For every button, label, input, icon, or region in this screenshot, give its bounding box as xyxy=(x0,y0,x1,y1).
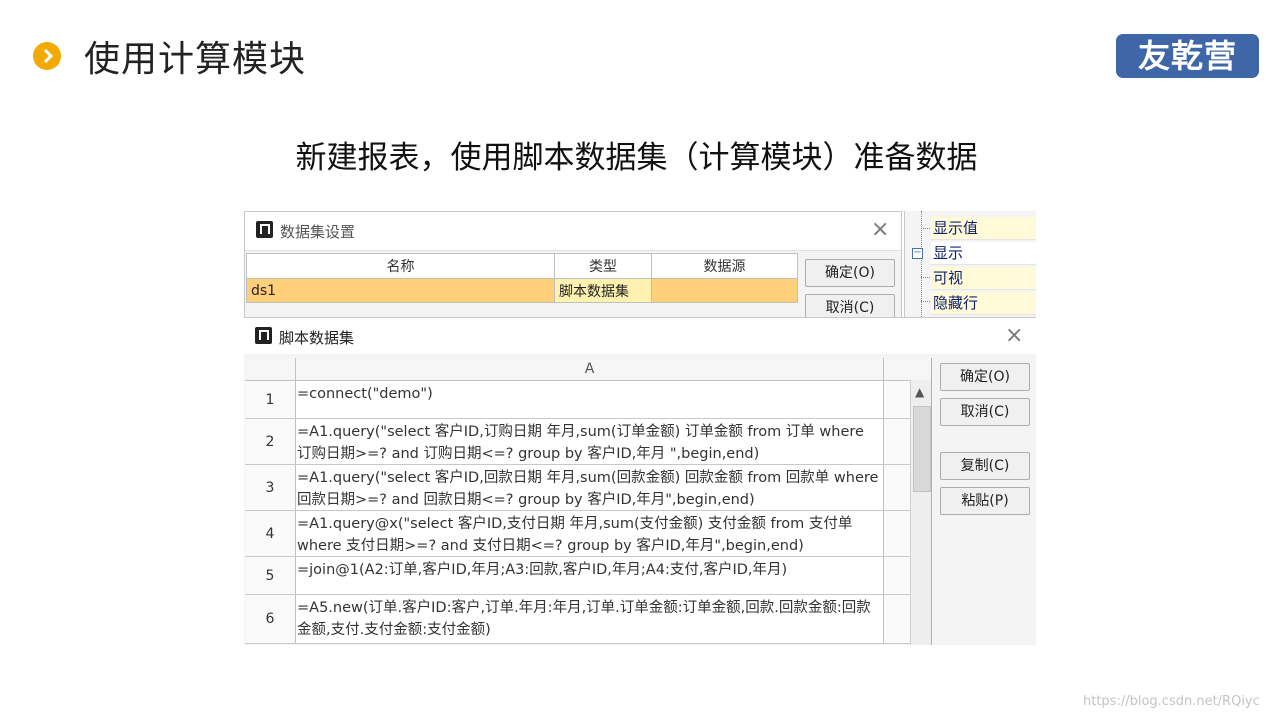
screenshot: 数据集设置 × 名称 类型 数据源 ds1 脚本数据集 确定(O) 取消(C) … xyxy=(244,211,1036,645)
logo: 友乾营 xyxy=(1116,34,1259,78)
app-icon xyxy=(256,221,273,238)
table-row[interactable]: 2 =A1.query("select 客户ID,订购日期 年月,sum(订单金… xyxy=(245,419,932,465)
dataset-settings-dialog: 数据集设置 × 名称 类型 数据源 ds1 脚本数据集 确定(O) 取消(C) xyxy=(244,211,902,331)
column-header-source: 数据源 xyxy=(651,253,798,279)
collapse-icon[interactable]: − xyxy=(912,248,923,259)
column-header-name: 名称 xyxy=(246,253,555,279)
tree-item-visible[interactable]: 可视 xyxy=(931,267,1036,290)
code-cell[interactable]: =join@1(A2:订单,客户ID,年月;A3:回款,客户ID,年月;A4:支… xyxy=(297,559,881,581)
row-number[interactable]: 3 xyxy=(245,465,296,510)
app-icon xyxy=(255,327,272,344)
tree-item-display-value[interactable]: 显示值 xyxy=(931,217,1036,240)
code-cell[interactable]: =A1.query("select 客户ID,回款日期 年月,sum(回款金额)… xyxy=(297,467,881,511)
table-row[interactable]: 3 =A1.query("select 客户ID,回款日期 年月,sum(回款金… xyxy=(245,465,932,511)
dialog-title: 数据集设置 xyxy=(280,223,356,241)
column-header-a[interactable]: A xyxy=(296,358,884,380)
tree-line xyxy=(921,301,930,302)
tree-item-hide-row[interactable]: 隐藏行 xyxy=(931,292,1036,315)
chevron-right-icon xyxy=(33,42,61,70)
code-cell[interactable]: =A5.new(订单.客户ID:客户,订单.年月:年月,订单.订单金额:订单金额… xyxy=(297,597,881,641)
row-number[interactable]: 4 xyxy=(245,511,296,556)
row-number[interactable]: 2 xyxy=(245,419,296,464)
scroll-up-icon[interactable]: ▲ xyxy=(915,385,924,399)
cancel-button[interactable]: 取消(C) xyxy=(940,398,1030,426)
close-icon[interactable]: × xyxy=(1005,323,1023,348)
table-row[interactable]: 4 =A1.query@x("select 客户ID,支付日期 年月,sum(支… xyxy=(245,511,932,557)
tree-line xyxy=(921,228,930,229)
tree-line xyxy=(921,277,930,278)
dialog-titlebar: 数据集设置 × xyxy=(245,212,901,251)
table-row[interactable]: 5 =join@1(A2:订单,客户ID,年月;A3:回款,客户ID,年月;A4… xyxy=(245,557,932,595)
property-tree: − 显示值 显示 可视 隐藏行 xyxy=(904,211,1036,317)
slide-subtitle: 新建报表，使用脚本数据集（计算模块）准备数据 xyxy=(295,140,978,176)
watermark: https://blog.csdn.net/RQiyc xyxy=(1083,694,1260,709)
row-number[interactable]: 5 xyxy=(245,557,296,594)
code-cell[interactable]: =A1.query@x("select 客户ID,支付日期 年月,sum(支付金… xyxy=(297,513,881,557)
slide-title: 使用计算模块 xyxy=(84,39,307,80)
tree-item-display[interactable]: 显示 xyxy=(931,242,1036,265)
grid-corner xyxy=(245,358,296,380)
dataset-table: 名称 类型 数据源 ds1 脚本数据集 xyxy=(246,253,798,303)
table-row[interactable]: 1 =connect("demo") xyxy=(245,381,932,419)
ok-button[interactable]: 确定(O) xyxy=(940,363,1030,391)
paste-button[interactable]: 粘贴(P) xyxy=(940,487,1030,515)
grid-header: A xyxy=(245,358,931,381)
row-number[interactable]: 1 xyxy=(245,381,296,418)
table-row[interactable]: ds1 脚本数据集 xyxy=(246,278,798,303)
ok-button[interactable]: 确定(O) xyxy=(805,259,895,287)
dataset-type-cell[interactable]: 脚本数据集 xyxy=(554,278,652,303)
table-row[interactable]: 6 =A5.new(订单.客户ID:客户,订单.年月:年月,订单.订单金额:订单… xyxy=(245,595,932,644)
dataset-source-cell[interactable] xyxy=(651,278,798,303)
row-number[interactable]: 6 xyxy=(245,595,296,643)
close-icon[interactable]: × xyxy=(871,217,889,242)
column-header-type: 类型 xyxy=(554,253,652,279)
code-cell[interactable]: =connect("demo") xyxy=(297,383,881,405)
copy-button[interactable]: 复制(C) xyxy=(940,452,1030,480)
dialog-title: 脚本数据集 xyxy=(279,329,355,347)
divider xyxy=(931,358,932,645)
dialog-titlebar: 脚本数据集 × xyxy=(244,318,1036,354)
script-dataset-dialog: 脚本数据集 × A 1 =connect("demo") 2 =A1.query… xyxy=(244,317,1036,645)
vertical-scrollbar[interactable]: ▲ xyxy=(910,380,931,645)
code-cell[interactable]: =A1.query("select 客户ID,订购日期 年月,sum(订单金额)… xyxy=(297,421,881,465)
dataset-name-cell[interactable]: ds1 xyxy=(246,278,555,303)
scroll-thumb[interactable] xyxy=(913,406,931,492)
